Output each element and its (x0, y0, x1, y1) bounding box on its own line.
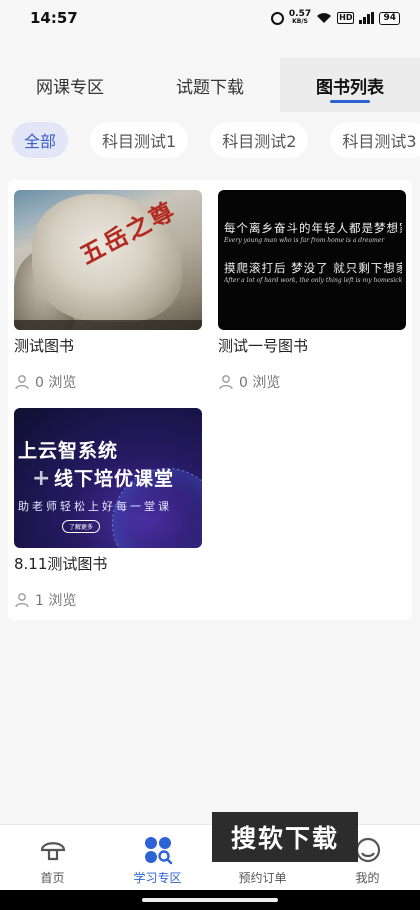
book-view-count: 0 浏览 (218, 372, 406, 392)
book-cover-image: 五岳之尊 (14, 190, 202, 330)
cover-text-line: 每个离乡奋斗的年轻人都是梦想家 (224, 221, 402, 235)
book-title: 测试一号图书 (218, 337, 309, 355)
cover-headline: 线下培优课堂 (54, 468, 175, 490)
book-card[interactable]: 上云智系统 + 线下培优课堂 助老师轻松上好每一堂课 了解更多 8.11测试图书… (14, 408, 202, 610)
hd-badge: HD (337, 12, 355, 24)
cover-text-line-en: After a lot of hard work, the only thing… (224, 277, 402, 284)
book-view-count: 0 浏览 (14, 372, 202, 392)
book-title: 8.11测试图书 (14, 555, 108, 573)
book-cover-image: 上云智系统 + 线下培优课堂 助老师轻松上好每一堂课 了解更多 (14, 408, 202, 548)
person-icon (15, 375, 29, 390)
tab-label: 试题下载 (176, 77, 244, 98)
chip-subject-1[interactable]: 科目测试1 (90, 122, 189, 158)
book-view-count: 1 浏览 (14, 590, 202, 610)
tab-label: 网课专区 (36, 77, 104, 98)
signal-icon (359, 12, 375, 24)
wifi-icon (317, 13, 332, 23)
mushroom-home-icon (40, 842, 65, 861)
status-time: 14:57 (30, 9, 78, 27)
network-speed: 0.57 KB/S (288, 9, 312, 26)
book-title: 测试图书 (14, 337, 75, 355)
nav-home[interactable]: 首页 (0, 825, 105, 890)
nav-label: 我的 (355, 871, 380, 885)
view-count-label: 0 浏览 (239, 375, 281, 391)
book-card[interactable]: 五岳之尊 测试图书 0 浏览 (14, 190, 202, 392)
book-cover-image: 每个离乡奋斗的年轻人都是梦想家 Every young man who is f… (218, 190, 406, 330)
nav-label: 学习专区 (133, 871, 182, 885)
cover-text-line-en: Every young man who is far from home is … (224, 237, 385, 244)
watermark-logo: 搜软下载 (212, 812, 358, 862)
nav-label: 预约订单 (238, 871, 287, 885)
cover-subline: 助老师轻松上好每一堂课 (18, 500, 172, 513)
tab-label: 图书列表 (316, 77, 384, 98)
view-count-label: 1 浏览 (35, 593, 77, 609)
study-grid-icon (144, 837, 172, 865)
alarm-icon (270, 11, 284, 25)
plus-icon: + (32, 466, 51, 491)
status-bar: 14:57 0.57 KB/S HD 94 (0, 0, 420, 38)
person-icon (219, 375, 233, 390)
subject-filter-chips: 全部 科目测试1 科目测试2 科目测试3 (12, 122, 420, 158)
tab-exam-download[interactable]: 试题下载 (140, 58, 280, 112)
chip-subject-2[interactable]: 科目测试2 (210, 122, 309, 158)
cover-text-line: 摸爬滚打后 梦没了 就只剩下想家 (224, 261, 402, 275)
tab-active-indicator (330, 100, 370, 103)
book-card[interactable]: 每个离乡奋斗的年轻人都是梦想家 Every young man who is f… (218, 190, 406, 392)
nav-study[interactable]: 学习专区 (105, 825, 210, 890)
top-tabs: 网课专区 试题下载 图书列表 (0, 58, 420, 112)
cover-learn-more: 了解更多 (62, 520, 101, 533)
view-count-label: 0 浏览 (35, 375, 77, 391)
person-icon (15, 593, 29, 608)
chip-all[interactable]: 全部 (12, 122, 69, 158)
gesture-bar (0, 890, 420, 910)
status-icons: 0.57 KB/S HD 94 (270, 9, 400, 26)
battery-icon: 94 (379, 11, 400, 25)
tab-book-list[interactable]: 图书列表 (280, 58, 420, 112)
home-indicator[interactable] (142, 898, 278, 902)
cover-headline: 上云智系统 (18, 440, 119, 462)
chip-subject-3[interactable]: 科目测试3 (330, 122, 420, 158)
book-list: 五岳之尊 测试图书 0 浏览 每个离乡奋斗的年轻人都是梦想家 Every you… (8, 180, 412, 620)
nav-label: 首页 (40, 871, 65, 885)
tab-online-course[interactable]: 网课专区 (0, 58, 140, 112)
